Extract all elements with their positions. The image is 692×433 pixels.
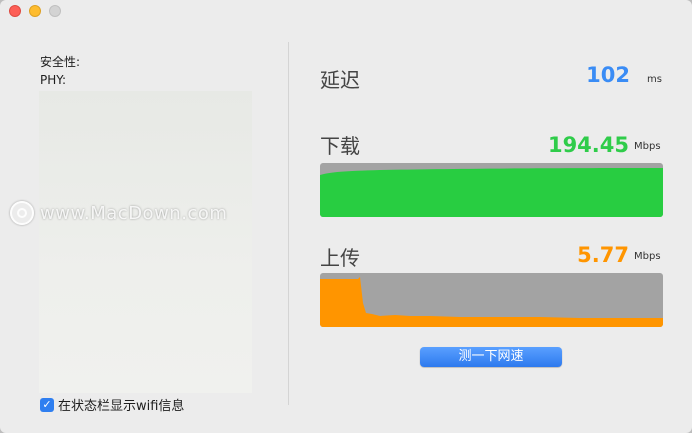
- download-value: 194.45: [547, 133, 629, 157]
- wifi-speed-window: 安全性: PHY: ✓ 在状态栏显示wifi信息 延迟 102 ms 下载 19…: [0, 0, 692, 433]
- download-graph: [320, 163, 663, 217]
- title-bar: [0, 0, 692, 24]
- latency-value: 102: [586, 63, 630, 87]
- upload-title: 上传: [320, 246, 360, 270]
- show-in-menubar-option[interactable]: ✓ 在状态栏显示wifi信息: [40, 395, 184, 414]
- show-in-menubar-label: 在状态栏显示wifi信息: [58, 399, 185, 414]
- network-info-panel: [39, 91, 252, 393]
- latency-unit: ms: [647, 74, 662, 85]
- phy-label: PHY:: [40, 73, 67, 87]
- column-divider: [288, 42, 289, 405]
- speed-test-button[interactable]: 测一下网速: [420, 347, 562, 367]
- upload-value: 5.77: [577, 243, 629, 267]
- download-graph-fill: [320, 168, 663, 217]
- close-button[interactable]: [9, 5, 21, 17]
- checkmark-icon: ✓: [42, 397, 52, 411]
- watermark: www.MacDown.com: [10, 201, 227, 225]
- maximize-button[interactable]: [49, 5, 61, 17]
- upload-graph: [320, 273, 663, 327]
- watermark-text: www.MacDown.com: [40, 202, 228, 224]
- macdown-logo-icon: [10, 201, 34, 225]
- upload-unit: Mbps: [634, 251, 661, 262]
- download-title: 下载: [320, 134, 360, 158]
- minimize-button[interactable]: [29, 5, 41, 17]
- security-label: 安全性:: [40, 55, 81, 69]
- download-unit: Mbps: [634, 141, 661, 152]
- latency-title: 延迟: [320, 68, 360, 92]
- upload-graph-fill: [320, 277, 663, 327]
- show-in-menubar-checkbox[interactable]: ✓: [40, 397, 54, 412]
